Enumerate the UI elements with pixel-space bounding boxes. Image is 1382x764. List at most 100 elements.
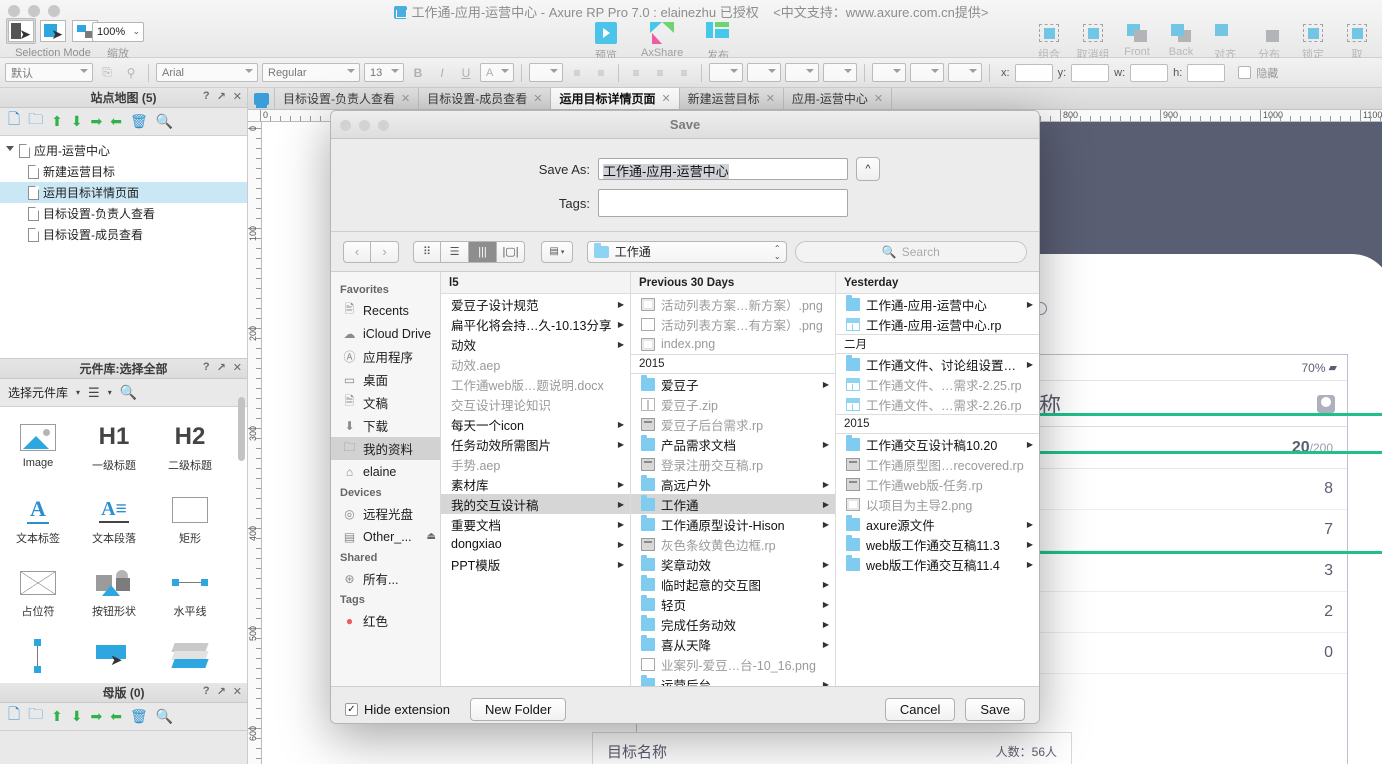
widget-placeholder[interactable]: 占位符	[0, 559, 76, 632]
align-left-button[interactable]	[529, 63, 563, 82]
italic-button[interactable]: I	[432, 63, 452, 82]
selection-mode-contain-button[interactable]: ➤	[38, 18, 68, 44]
add-master-icon[interactable]: 🗋	[8, 704, 20, 729]
chevron-down-icon[interactable]	[6, 146, 14, 155]
font-weight-select[interactable]: Regular	[262, 63, 360, 82]
file-row[interactable]: 登录注册交互稿.rp	[631, 454, 835, 474]
sidebar-item-8[interactable]: ⌂ elaine	[331, 460, 440, 483]
selection-mode-intersect-button[interactable]: ➤	[6, 18, 36, 44]
close-icon[interactable]: ✕	[874, 92, 883, 105]
file-column-1[interactable]: l5 爱豆子设计规范 ▶ 扁平化将会持…久-10.13分享 ▶ 动效 ▶ 动效.aep 工作通…	[441, 272, 631, 686]
gallery-view-button[interactable]: |▢|	[497, 240, 525, 263]
sitemap-item-1[interactable]: 新建运营目标	[0, 161, 247, 182]
widget-scrollbar[interactable]	[238, 397, 245, 461]
close-icon[interactable]: ✕	[233, 90, 242, 103]
move-up-icon[interactable]: ⬆	[51, 113, 63, 130]
outdent-icon[interactable]: ⬅	[110, 113, 122, 130]
file-row[interactable]: 工作通-应用-运营中心 ▶	[836, 294, 1039, 314]
save-button[interactable]: Save	[965, 697, 1025, 721]
file-row[interactable]: 爱豆子 ▶	[631, 374, 835, 394]
file-row[interactable]: 动效.aep	[441, 354, 630, 374]
close-icon[interactable]: ✕	[766, 92, 775, 105]
file-row[interactable]: 活动列表方案…有方案）.png	[631, 314, 835, 334]
close-icon[interactable]: ✕	[233, 685, 242, 698]
file-row[interactable]: 工作通原型设计-Hison ▶	[631, 514, 835, 534]
sitemap-item-2[interactable]: 运用目标详情页面	[0, 182, 247, 203]
zoom-select[interactable]: 100% ⌄	[92, 22, 144, 42]
expand-icon[interactable]: ↗	[217, 361, 226, 374]
file-row[interactable]: 工作通交互设计稿10.20 ▶	[836, 434, 1039, 454]
file-row[interactable]: 高远户外 ▶	[631, 474, 835, 494]
align-right-button[interactable]: ≡	[591, 63, 611, 82]
publish-button[interactable]: 发布	[697, 20, 739, 63]
places-sidebar[interactable]: Favorites 🖹 Recents ☁ iCloud Drive Ⓐ 应用程序 ▭ 桌面 🗎 文…	[331, 272, 441, 686]
sitemap-item-0[interactable]: 应用-运营中心	[0, 140, 247, 161]
file-row[interactable]: 交互设计理论知识	[441, 394, 630, 414]
font-color-select[interactable]: A	[480, 63, 514, 82]
file-row[interactable]: 我的交互设计稿 ▶	[441, 494, 630, 514]
tab-2[interactable]: 运用目标详情页面 ✕	[550, 88, 680, 109]
library-menu-icon[interactable]: ☰	[88, 385, 100, 401]
sidebar-item-1[interactable]: 🖹 Recents	[331, 299, 440, 322]
fill-color-select[interactable]	[709, 63, 743, 82]
save-dialog[interactable]: Save Save As: 工作通-应用-运营中心 ^ Tags: ‹ › ⠿ …	[330, 110, 1040, 724]
file-row[interactable]: 工作通文件、讨论组设置需求 ▶	[836, 354, 1039, 374]
sitemap-item-4[interactable]: 目标设置-成员查看	[0, 224, 247, 245]
line-color-select[interactable]	[747, 63, 781, 82]
sidebar-item-11[interactable]: ▤ Other_... ⏏	[331, 525, 440, 548]
file-row[interactable]: 产品需求文档 ▶	[631, 434, 835, 454]
file-row[interactable]: 灰色条纹黄色边框.rp	[631, 534, 835, 554]
file-row[interactable]: 喜从天降 ▶	[631, 634, 835, 654]
icon-view-button[interactable]: ⠿	[413, 240, 441, 263]
search-input[interactable]: 🔍 Search	[794, 240, 1027, 263]
add-master-folder-icon[interactable]: 🗀	[28, 704, 43, 729]
valign-middle-button[interactable]: ≡	[650, 63, 670, 82]
preview-button[interactable]: 预览	[585, 20, 627, 63]
line-width-select[interactable]	[785, 63, 819, 82]
sidebar-item-10[interactable]: ◎ 远程光盘	[331, 502, 440, 525]
corner-style-select[interactable]	[910, 63, 944, 82]
move-down-icon[interactable]: ⬇	[71, 708, 83, 725]
hide-extension-toggle[interactable]: ✓ Hide extension	[345, 702, 450, 717]
widget-text-paragraph[interactable]: A≡ 文本段落	[76, 486, 152, 559]
close-icon[interactable]	[340, 120, 351, 131]
file-row[interactable]: 动效 ▶	[441, 334, 630, 354]
widget-h2[interactable]: H2 二级标题	[152, 413, 228, 486]
help-icon[interactable]: ?	[203, 361, 210, 374]
indent-icon[interactable]: ➡	[91, 708, 103, 725]
align-center-button[interactable]: ≡	[567, 63, 587, 82]
file-row[interactable]: 工作通web版-任务.rp	[836, 474, 1039, 494]
file-row[interactable]: web版工作通交互稿11.4 ▶	[836, 554, 1039, 574]
file-row[interactable]: 工作通原型图…recovered.rp	[836, 454, 1039, 474]
add-page-icon[interactable]: 🗋	[8, 109, 20, 134]
search-icon[interactable]: 🔍	[156, 113, 173, 130]
tab-1[interactable]: 目标设置-成员查看 ✕	[418, 88, 552, 109]
help-icon[interactable]: ?	[203, 685, 210, 698]
stepper-icon[interactable]: ⌃ ⌄	[774, 244, 781, 261]
file-row[interactable]: index.png	[631, 334, 835, 354]
valign-bottom-button[interactable]: ≡	[674, 63, 694, 82]
back-button[interactable]: ‹	[343, 240, 371, 263]
x-input[interactable]	[1014, 63, 1053, 82]
hidden-checkbox[interactable]	[1238, 66, 1252, 79]
file-row[interactable]: 临时起意的交互图 ▶	[631, 574, 835, 594]
cancel-button[interactable]: Cancel	[884, 697, 956, 721]
axshare-button[interactable]: AxShare	[641, 20, 683, 63]
widget-text-label[interactable]: A 文本标签	[0, 486, 76, 559]
underline-button[interactable]: U	[456, 63, 476, 82]
file-row[interactable]: 工作通文件、…需求-2.26.rp	[836, 394, 1039, 414]
indent-icon[interactable]: ➡	[91, 113, 103, 130]
move-down-icon[interactable]: ⬇	[71, 113, 83, 130]
file-row[interactable]: 活动列表方案…新方案）.png	[631, 294, 835, 314]
hide-extension-checkbox[interactable]: ✓	[345, 702, 358, 716]
h-input[interactable]	[1187, 63, 1226, 82]
expand-icon[interactable]: ↗	[217, 90, 226, 103]
font-family-select[interactable]: Arial	[156, 63, 258, 82]
tab-3[interactable]: 新建运营目标 ✕	[678, 88, 784, 109]
delete-master-icon[interactable]: 🗑	[130, 708, 148, 725]
save-as-input[interactable]: 工作通-应用-运营中心	[598, 158, 848, 180]
file-row[interactable]: 运营后台 ▶	[631, 674, 835, 686]
eject-icon[interactable]: ⏏	[427, 531, 436, 542]
tab-0[interactable]: 目标设置-负责人查看 ✕	[274, 88, 420, 109]
file-row[interactable]: 爱豆子.zip	[631, 394, 835, 414]
